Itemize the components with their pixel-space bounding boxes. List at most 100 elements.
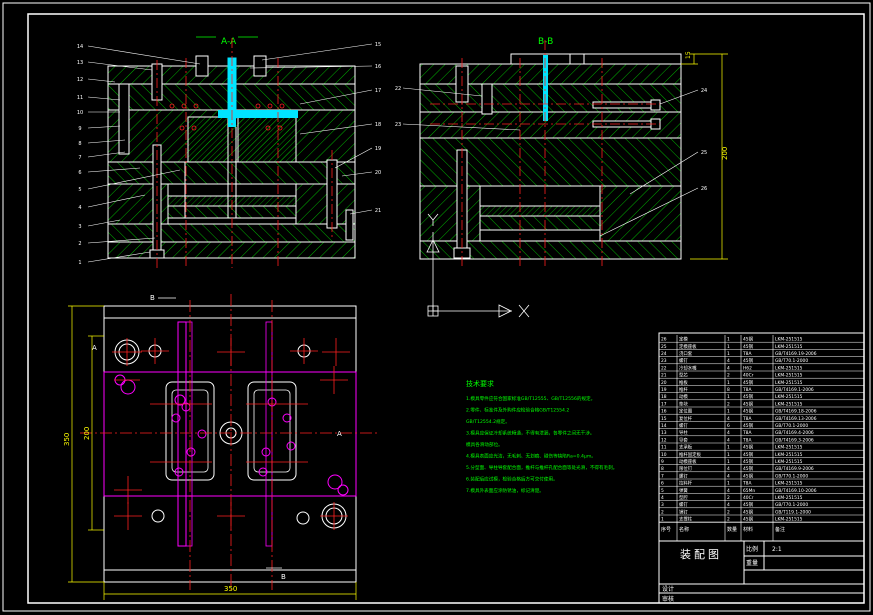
- bom-cell-name: 推板: [679, 379, 688, 386]
- bom-row: 18 动模 1 45钢 LKM-251515: [659, 393, 864, 400]
- bom-cell-std: GB/T4169.18-2006: [775, 409, 817, 415]
- bom-cell-name: 螺钉: [679, 501, 688, 508]
- title-block-scale-label: 比例: [746, 545, 758, 553]
- plan-marker-a-left: A: [92, 344, 97, 352]
- bom-header-cell: 材料: [743, 526, 753, 533]
- bom-cell-qty: 1: [727, 445, 730, 451]
- bom-cell-mat: 45钢: [743, 501, 754, 508]
- bom-cell-mat: 45钢: [743, 357, 754, 364]
- bom-cell-qty: 2: [727, 517, 730, 523]
- bb-balloon: 25: [701, 150, 707, 156]
- plan-marker-a-right: A: [337, 430, 342, 438]
- bom-cell-name: 螺钉: [679, 472, 688, 479]
- bb-balloon: 22: [395, 86, 401, 92]
- bom-cell-name: 复位杆: [679, 415, 693, 422]
- bom-cell-qty: 1: [727, 409, 730, 415]
- bb-balloon: 26: [701, 186, 707, 192]
- bom-cell-mat: 45钢: [743, 472, 754, 479]
- tech-line: GB/T12554.2规定。: [466, 418, 510, 425]
- bom-cell-std: GB/T4169.19-2006: [775, 351, 817, 357]
- bom-cell-name: 冷却水嘴: [679, 364, 697, 371]
- plan-dim-height: 200: [83, 427, 91, 440]
- left-balloon: 3: [78, 224, 81, 230]
- bom-cell-no: 26: [661, 337, 667, 343]
- bom-cell-std: LKM-251515: [775, 365, 803, 371]
- bom-cell-mat: 45钢: [743, 393, 754, 400]
- bom-cell-mat: 45钢: [743, 451, 754, 458]
- bom-cell-std: GB/T4169.3-2006: [775, 437, 814, 443]
- bom-cell-no: 1: [661, 517, 664, 523]
- bom-cell-mat: 45钢: [743, 465, 754, 472]
- bom-cell-no: 7: [661, 473, 664, 479]
- bom-row: 9 动模座板 1 45钢 LKM-251515: [659, 458, 864, 465]
- bom-and-title-block: 26 定模 1 45钢 LKM-25151525 定模座板 1 45钢 LKM-25151524…: [658, 332, 865, 604]
- bom-cell-no: 15: [661, 416, 667, 422]
- left-balloon: 12: [77, 77, 83, 83]
- bom-cell-qty: 4: [727, 488, 730, 494]
- left-balloon: 11: [77, 95, 83, 101]
- tech-title: 技术要求: [466, 379, 494, 388]
- bom-cell-qty: 1: [727, 394, 730, 400]
- bom-cell-std: LKM-251515: [775, 401, 803, 407]
- bom-cell-std: GB/T70.1-2000: [775, 358, 808, 364]
- right-balloon: 20: [375, 170, 381, 176]
- bom-cell-name: 销钉: [679, 508, 688, 515]
- bom-row: 24 浇口套 1 T8A GB/T4169.19-2006: [659, 350, 864, 357]
- section-b-label: B-B: [538, 37, 553, 47]
- tech-line: 7.模具外表面应涂防锈油，标记清楚。: [466, 487, 544, 494]
- bom-cell-no: 6: [661, 481, 664, 487]
- left-balloon: 2: [78, 241, 81, 247]
- tech-line: 3.模具应保证冷却系统畅通，不得有泄漏，各零件之间无干涉。: [466, 430, 594, 437]
- bom-cell-std: LKM-251515: [775, 459, 803, 465]
- bom-cell-name: 导柱: [679, 429, 688, 436]
- left-balloon: 4: [78, 205, 81, 211]
- title-block-sheet-label: 重量: [746, 559, 758, 567]
- left-balloon: 9: [78, 126, 81, 132]
- plan-marker-b-bottom: B: [281, 573, 286, 581]
- bom-cell-no: 22: [661, 365, 667, 371]
- bom-cell-mat: 45钢: [743, 400, 754, 407]
- bom-cell-name: 型腔: [679, 494, 688, 501]
- bom-row: 5 弹簧 4 65Mn GB/T4169.10-2006: [659, 487, 864, 494]
- plan-dim-width: 350: [224, 585, 237, 593]
- bom-cell-name: 支承板: [679, 444, 693, 451]
- bom-cell-name: 限位钉: [679, 465, 693, 472]
- bom-cell-mat: T8A: [742, 481, 751, 487]
- bom-cell-std: LKM-251515: [775, 394, 803, 400]
- bom-cell-no: 9: [661, 459, 664, 465]
- section-b-b-view: B-B 200 15 2223242526: [395, 37, 729, 268]
- bom-cell-mat: 45钢: [743, 444, 754, 451]
- bom-cell-std: GB/T4169.10-2006: [775, 488, 817, 494]
- bom-cell-mat: 45钢: [743, 408, 754, 415]
- side-dim-height: 200: [721, 147, 729, 160]
- bom-cell-qty: 4: [727, 358, 730, 364]
- bom-cell-qty: 6: [727, 423, 730, 429]
- bom-cell-no: 18: [661, 394, 667, 400]
- bom-cell-std: LKM-251515: [775, 495, 803, 501]
- bom-cell-mat: 45钢: [743, 508, 754, 515]
- bom-cell-mat: 45钢: [743, 336, 754, 343]
- bom-cell-mat: T8A: [742, 387, 751, 393]
- bom-cell-name: 定模座板: [679, 343, 697, 350]
- bom-cell-name: 浇口套: [679, 350, 693, 357]
- bom-cell-qty: 1: [727, 351, 730, 357]
- bom-cell-name: 支撑柱: [679, 516, 693, 523]
- plan-dim-height-outer: 350: [63, 433, 71, 446]
- bom-cell-name: 定位圈: [679, 408, 693, 415]
- bom-cell-qty: 1: [727, 452, 730, 458]
- left-balloon: 5: [78, 187, 81, 193]
- bom-cell-no: 12: [661, 437, 667, 443]
- bom-cell-std: LKM-251515: [775, 452, 803, 458]
- bb-balloon: 23: [395, 122, 401, 128]
- bom-cell-mat: 65Mn: [743, 488, 755, 494]
- bom-cell-no: 5: [661, 488, 664, 494]
- bom-cell-std: GB/T4169.1-2006: [775, 387, 814, 393]
- bom-row: 7 螺钉 4 45钢 GB/T70.1-2000: [659, 472, 864, 479]
- bom-cell-qty: 1: [727, 380, 730, 386]
- bom-row: 8 限位钉 4 45钢 GB/T4169.9-2006: [659, 465, 864, 472]
- right-balloon: 15: [375, 42, 381, 48]
- bom-row: 20 推板 1 45钢 LKM-251515: [659, 379, 864, 386]
- bom-row: 12 导套 4 T8A GB/T4169.3-2006: [659, 436, 864, 443]
- bom-cell-std: GB/T70.1-2000: [775, 502, 808, 508]
- bom-cell-mat: T8A: [742, 351, 751, 357]
